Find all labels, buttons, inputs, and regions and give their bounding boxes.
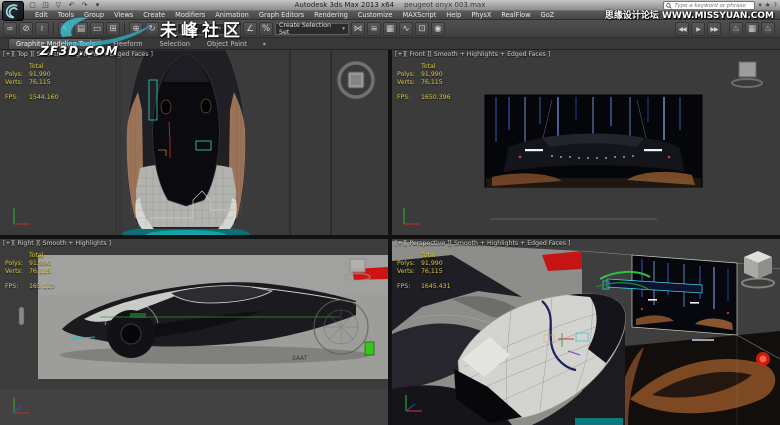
save-file-icon[interactable]: ▽ <box>54 1 63 10</box>
right-view-canvas: SAAT <box>0 239 388 425</box>
selection-gizmo[interactable] <box>365 342 374 355</box>
render-buttons: ♨ ▦ ♨ <box>729 22 775 36</box>
go-to-start-icon[interactable]: ◀◀ <box>675 22 689 36</box>
snaps-toggle-icon[interactable]: 3 <box>227 22 241 36</box>
viewport-top[interactable]: [+][ Top ][ Smooth + Highlights + Edged … <box>0 50 388 235</box>
ribbon-collapse-icon[interactable]: ▾ <box>263 41 266 49</box>
curve-editor-icon[interactable]: ∿ <box>399 22 413 36</box>
go-to-end-icon[interactable]: ▶▶ <box>707 22 721 36</box>
search-options-icon[interactable]: ▾ <box>758 1 761 10</box>
favorites-icon[interactable]: ★ <box>765 1 771 10</box>
infocenter: ▾ ★ ? <box>663 1 777 10</box>
menu-create[interactable]: Create <box>138 11 170 19</box>
select-and-move-icon[interactable]: ⊕ <box>129 22 143 36</box>
render-production-icon[interactable]: ♨ <box>761 22 775 36</box>
menu-maxscript[interactable]: MAXScript <box>397 11 441 19</box>
top-right-reference-photo[interactable] <box>632 255 737 335</box>
bind-to-space-warp-icon[interactable]: ≀ <box>35 22 49 36</box>
menu-tools[interactable]: Tools <box>53 11 79 19</box>
3dsmax-logo-icon[interactable] <box>2 1 24 21</box>
material-editor-icon[interactable]: ◉ <box>431 22 445 36</box>
mirror-icon[interactable]: ⋈ <box>351 22 365 36</box>
menu-goz[interactable]: GoZ <box>536 11 560 19</box>
chevron-down-icon: ▾ <box>218 26 221 32</box>
rendered-frame-window-icon[interactable]: ▦ <box>745 22 759 36</box>
menu-realflow[interactable]: RealFlow <box>496 11 535 19</box>
viewport-label[interactable]: [+][ Right ][ Smooth + Highlights ] <box>3 240 111 247</box>
main-toolbar: ∞ ⊘ ≀ ↖ ▤ ▭ ⊞ ⊕ ↻ ◱ View▾ 3 ∠ % Create S… <box>0 20 780 38</box>
search-box[interactable] <box>663 1 755 10</box>
sketch-signature: SAAT <box>292 355 309 362</box>
named-selection-sets-dropdown[interactable]: Create Selection Set▾ <box>275 23 349 35</box>
car-model-top-view[interactable] <box>126 50 245 229</box>
tab-selection[interactable]: Selection <box>153 39 197 49</box>
file-name: peugeot onyx 003.max <box>404 1 485 9</box>
viewport-front[interactable]: [+][ Front ][ Smooth + Highlights + Edge… <box>392 50 780 235</box>
search-icon <box>666 3 672 9</box>
viewport-label[interactable]: [+][ Perspective ][ Smooth + Highlights … <box>395 240 570 247</box>
percent-snap-icon[interactable]: % <box>259 22 273 36</box>
menu-bar: Edit Tools Group Views Create Modifiers … <box>0 11 780 20</box>
viewport-statistics: Total Polys:91,990 Verts:76,115 FPS:165.… <box>5 252 55 291</box>
reference-coordinate-dropdown[interactable]: View▾ <box>177 23 225 35</box>
viewport-right[interactable]: SAAT [+][ Right ][ Smooth + Highlights ] <box>0 239 388 425</box>
align-icon[interactable]: ≡ <box>367 22 381 36</box>
rectangular-selection-region-icon[interactable]: ▭ <box>90 22 104 36</box>
title-bar: ▢ ◳ ▽ ↶ ↷ ▾ Autodesk 3ds Max 2013 x64 peu… <box>0 0 780 11</box>
select-and-link-icon[interactable]: ∞ <box>3 22 17 36</box>
quick-access-toolbar: ▢ ◳ ▽ ↶ ↷ ▾ <box>28 1 102 10</box>
unlink-selection-icon[interactable]: ⊘ <box>19 22 33 36</box>
ribbon-tab-bar: Graphite Modeling Tools Freeform Selecti… <box>0 38 780 50</box>
app-title: Autodesk 3ds Max 2013 x64 <box>295 1 394 9</box>
select-and-scale-icon[interactable]: ◱ <box>161 22 175 36</box>
viewport-statistics: Total Polys:91,990 Verts:76,115 FPS:1650… <box>397 63 451 102</box>
select-object-icon[interactable]: ↖ <box>58 22 72 36</box>
viewport-perspective[interactable]: [+][ Perspective ][ Smooth + Highlights … <box>392 239 780 425</box>
new-scene-icon[interactable]: ▢ <box>28 1 37 10</box>
tab-object-paint[interactable]: Object Paint <box>200 39 254 49</box>
reference-photo-front[interactable] <box>485 95 702 187</box>
undo-icon[interactable]: ↶ <box>67 1 76 10</box>
menu-physx[interactable]: PhysX <box>466 11 496 19</box>
help-icon[interactable]: ? <box>774 1 777 10</box>
layer-manager-icon[interactable]: ▦ <box>383 22 397 36</box>
tab-freeform[interactable]: Freeform <box>106 39 149 49</box>
redo-icon[interactable]: ↷ <box>80 1 89 10</box>
menu-rendering[interactable]: Rendering <box>309 11 353 19</box>
select-by-name-icon[interactable]: ▤ <box>74 22 88 36</box>
menu-help[interactable]: Help <box>441 11 466 19</box>
toolbar-separator <box>53 22 54 36</box>
search-input[interactable] <box>674 3 752 9</box>
chevron-down-icon: ▾ <box>342 26 345 32</box>
menu-group[interactable]: Group <box>79 11 109 19</box>
menu-modifiers[interactable]: Modifiers <box>170 11 210 19</box>
play-animation-icon[interactable]: ▶ <box>691 22 705 36</box>
project-folder-icon[interactable]: ▾ <box>93 1 102 10</box>
select-and-rotate-icon[interactable]: ↻ <box>145 22 159 36</box>
viewport-grid: [+][ Top ][ Smooth + Highlights + Edged … <box>0 50 780 425</box>
angle-snap-icon[interactable]: ∠ <box>243 22 257 36</box>
schematic-view-icon[interactable]: ⊡ <box>415 22 429 36</box>
menu-customize[interactable]: Customize <box>353 11 398 19</box>
toolbar-separator <box>124 22 125 36</box>
3dsmax-window: ▢ ◳ ▽ ↶ ↷ ▾ Autodesk 3ds Max 2013 x64 peu… <box>0 0 780 425</box>
menu-graph-editors[interactable]: Graph Editors <box>254 11 309 19</box>
menu-edit[interactable]: Edit <box>30 11 53 19</box>
window-crossing-icon[interactable]: ⊞ <box>106 22 120 36</box>
tab-graphite-modeling-tools[interactable]: Graphite Modeling Tools <box>8 38 103 49</box>
playback-controls: ◀◀ ▶ ▶▶ <box>675 22 721 36</box>
viewport-statistics: Total Polys:91,990 Verts:76,115 FPS:1645… <box>397 252 451 291</box>
render-setup-icon[interactable]: ♨ <box>729 22 743 36</box>
open-file-icon[interactable]: ◳ <box>41 1 50 10</box>
viewport-statistics: Total Polys:91,990 Verts:76,115 FPS:1544… <box>5 63 59 102</box>
viewport-label[interactable]: [+][ Front ][ Smooth + Highlights + Edge… <box>395 51 550 58</box>
menu-views[interactable]: Views <box>109 11 138 19</box>
scene-object-small[interactable] <box>19 307 24 325</box>
viewport-label[interactable]: [+][ Top ][ Smooth + Highlights + Edged … <box>3 51 153 58</box>
menu-animation[interactable]: Animation <box>210 11 254 19</box>
